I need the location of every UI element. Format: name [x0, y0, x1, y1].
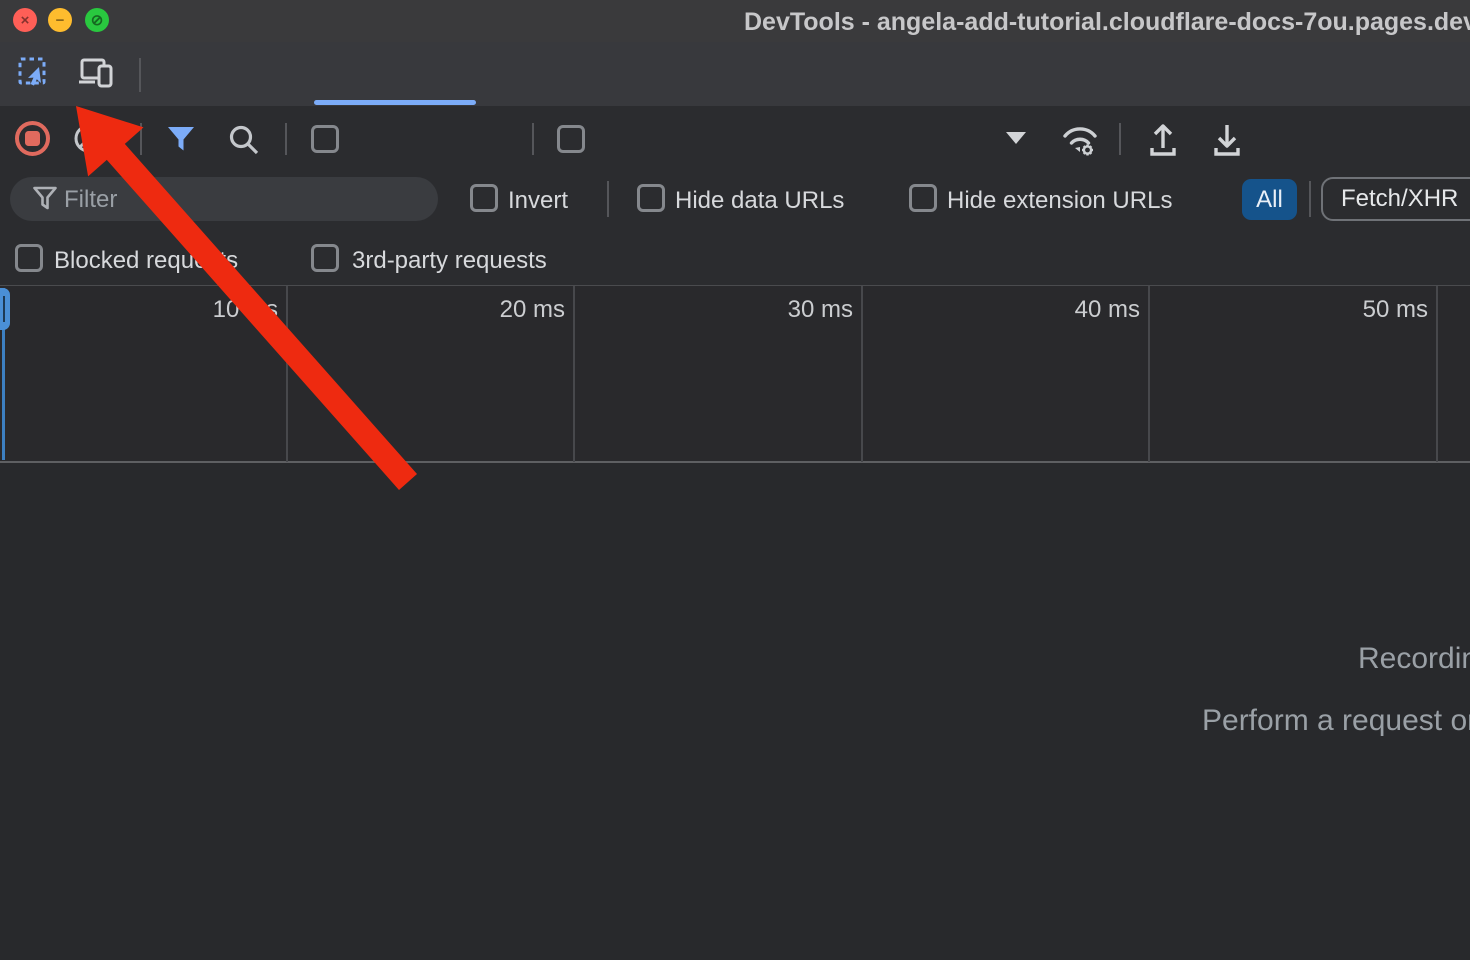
hide-data-urls-checkbox[interactable]	[637, 184, 665, 212]
network-conditions-icon	[1058, 118, 1102, 160]
zoom-window-button[interactable]: ⊘	[85, 8, 109, 32]
timeline-gridline	[1148, 286, 1150, 462]
timeline-gridline	[1436, 286, 1438, 462]
timeline-tick-30ms: 30 ms	[703, 296, 853, 324]
minimize-window-button[interactable]: −	[48, 8, 72, 32]
download-icon	[1209, 121, 1245, 159]
timeline-tick-20ms: 20 ms	[415, 296, 565, 324]
filter-funnel-outline-icon	[32, 185, 58, 213]
clear-icon	[73, 123, 104, 154]
request-type-all-chip[interactable]: All	[1242, 179, 1297, 220]
filterbar-separator	[607, 181, 609, 217]
inspect-element-button[interactable]	[17, 56, 51, 95]
chevron-down-icon	[1006, 132, 1026, 144]
devtools-window: × − ⊘ DevTools - angela-add-tutorial.clo…	[0, 0, 1470, 960]
toolbar-separator	[1119, 123, 1121, 155]
device-toolbar-icon	[77, 57, 117, 89]
toggle-device-toolbar-button[interactable]	[77, 57, 117, 94]
timeline-tick-50ms: 50 ms	[1278, 296, 1428, 324]
filterbar-separator	[1309, 181, 1311, 217]
export-har-button[interactable]	[1209, 121, 1245, 164]
minimize-icon: −	[56, 13, 65, 28]
invert-label: Invert	[508, 187, 568, 215]
timeline-tick-10ms: 10 ms	[128, 296, 278, 324]
timeline-gridline	[573, 286, 575, 462]
network-filter-bar: Invert Hide data URLs Hide extension URL…	[0, 170, 1470, 228]
active-tab-indicator	[314, 100, 476, 105]
record-stop-icon	[14, 120, 51, 157]
network-overview-timeline[interactable]: 10 ms 20 ms 30 ms 40 ms 50 ms	[0, 285, 1470, 463]
hide-extension-urls-checkbox[interactable]	[909, 184, 937, 212]
invert-checkbox[interactable]	[470, 184, 498, 212]
search-icon	[227, 123, 261, 157]
toolbar-separator	[285, 123, 287, 155]
timeline-gridline	[861, 286, 863, 462]
disable-cache-checkbox[interactable]	[557, 125, 585, 153]
filter-input[interactable]	[62, 179, 416, 221]
preserve-log-checkbox[interactable]	[311, 125, 339, 153]
third-party-requests-checkbox[interactable]	[311, 244, 339, 272]
network-filter-bar-secondary: Blocked requests 3rd-party requests	[0, 228, 1470, 285]
filter-toggle-button[interactable]	[166, 124, 196, 159]
perform-request-hint-text: Perform a request or hit ⌘ R to record t…	[1202, 703, 1470, 738]
toolbar-separator	[532, 123, 534, 155]
fullscreen-disabled-icon: ⊘	[91, 13, 104, 28]
upload-icon	[1145, 121, 1181, 159]
toolbar-separator	[140, 123, 142, 155]
blocked-requests-label: Blocked requests	[54, 247, 238, 275]
recording-status-text: Recording network activity…	[1358, 642, 1470, 676]
network-request-list-empty: Recording network activity… Perform a re…	[0, 463, 1470, 960]
network-toolbar: Preserve log Disable cache No throttling	[0, 106, 1470, 170]
overview-drag-handle[interactable]	[0, 288, 10, 330]
close-window-button[interactable]: ×	[13, 8, 37, 32]
stop-recording-button[interactable]	[14, 120, 51, 162]
timeline-tick-40ms: 40 ms	[990, 296, 1140, 324]
search-button[interactable]	[227, 123, 261, 162]
hide-data-urls-label: Hide data URLs	[675, 187, 844, 215]
devtools-tabbar: Console Network Sources Performance Memo…	[0, 42, 1470, 107]
import-har-button[interactable]	[1145, 121, 1181, 164]
third-party-requests-label: 3rd-party requests	[352, 247, 547, 275]
blocked-requests-checkbox[interactable]	[15, 244, 43, 272]
network-conditions-button[interactable]	[1058, 118, 1102, 165]
handle-grip	[3, 296, 5, 322]
request-type-fetch-xhr-chip[interactable]: Fetch/XHR	[1321, 177, 1470, 221]
timeline-gridline	[286, 286, 288, 462]
filter-funnel-icon	[166, 124, 196, 154]
clear-network-log-button[interactable]	[73, 123, 104, 159]
inspect-cursor-icon	[17, 56, 51, 90]
hide-extension-urls-label: Hide extension URLs	[947, 187, 1172, 215]
tabbar-separator	[139, 58, 141, 92]
titlebar: × − ⊘ DevTools - angela-add-tutorial.clo…	[0, 0, 1470, 43]
close-icon: ×	[21, 13, 30, 28]
window-title: DevTools - angela-add-tutorial.cloudflar…	[744, 8, 1470, 37]
